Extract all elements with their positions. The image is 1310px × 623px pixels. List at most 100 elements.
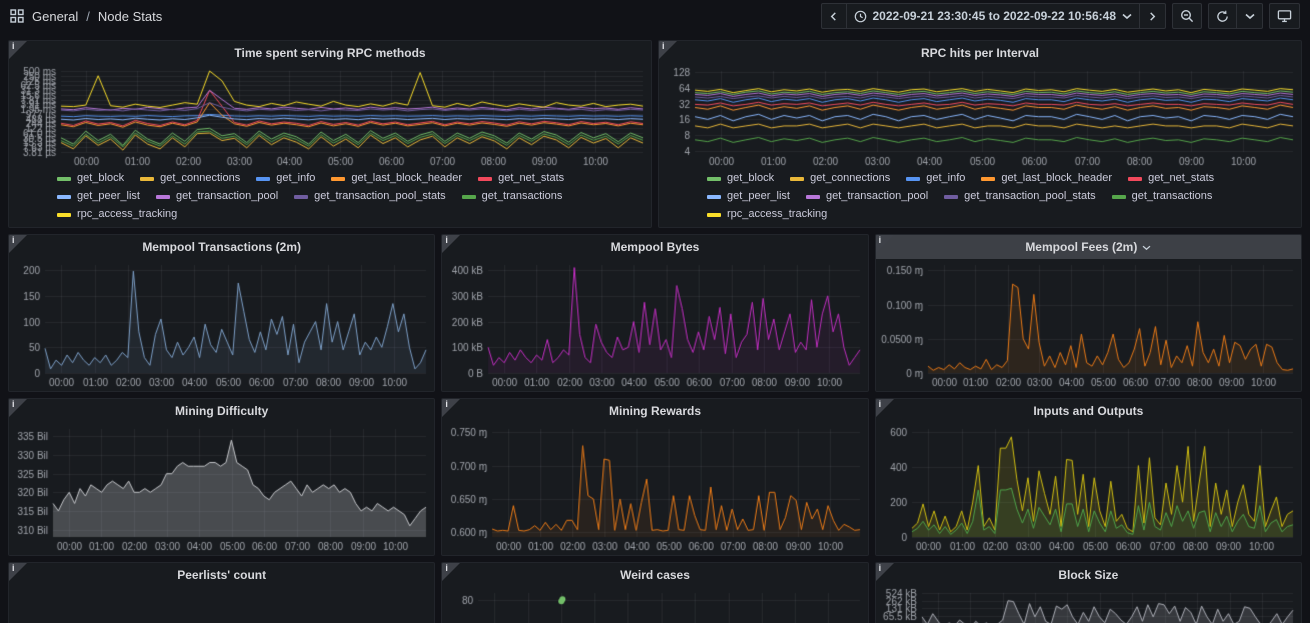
- kiosk-monitor-icon: [1277, 9, 1292, 23]
- legend-label: rpc_access_tracking: [727, 207, 827, 222]
- panel-info-icon[interactable]: i: [876, 235, 894, 253]
- legend-label: rpc_access_tracking: [77, 207, 177, 222]
- panel-title-mining-difficulty[interactable]: Mining Difficulty: [9, 399, 434, 423]
- panel-title-text: Weird cases: [620, 568, 690, 582]
- legend-item-get_net_stats[interactable]: get_net_stats: [478, 171, 564, 186]
- time-shift-forward-button[interactable]: [1140, 3, 1166, 29]
- legend-item-get_block[interactable]: get_block: [57, 171, 124, 186]
- panel-mempool-fees: i Mempool Fees (2m): [875, 234, 1302, 392]
- dashboard-grid-icon[interactable]: [10, 9, 24, 23]
- legend-item-get_transaction_pool_stats[interactable]: get_transaction_pool_stats: [944, 189, 1095, 204]
- panel-title-text: Peerlists' count: [177, 568, 266, 582]
- panel-rpc-hits: i RPC hits per Interval get_block get_con…: [658, 40, 1302, 228]
- panel-info-icon[interactable]: i: [442, 235, 460, 253]
- panel-info-icon[interactable]: i: [9, 563, 27, 581]
- chart-mining-rewards[interactable]: [442, 423, 867, 555]
- panel-title-mempool-fees[interactable]: Mempool Fees (2m): [876, 235, 1301, 259]
- time-shift-back-button[interactable]: [821, 3, 847, 29]
- legend-color-chip: [707, 213, 721, 217]
- legend-item-get_transactions[interactable]: get_transactions: [462, 189, 563, 204]
- panel-info-icon[interactable]: i: [659, 41, 677, 59]
- panel-title-caret-icon: [1142, 244, 1151, 251]
- panel-info-icon[interactable]: i: [442, 563, 460, 581]
- legend-label: get_last_block_header: [1001, 171, 1112, 186]
- chart-inputs-outputs[interactable]: [876, 423, 1301, 555]
- time-range-picker-button[interactable]: 2022-09-21 23:30:45 to 2022-09-22 10:56:…: [847, 3, 1141, 29]
- legend-item-rpc_access_tracking[interactable]: rpc_access_tracking: [707, 207, 827, 222]
- panel-title-peerlists-count[interactable]: Peerlists' count: [9, 563, 434, 587]
- legend-color-chip: [906, 177, 920, 181]
- refresh-icon: [1216, 10, 1229, 23]
- legend-item-rpc_access_tracking[interactable]: rpc_access_tracking: [57, 207, 177, 222]
- refresh-button[interactable]: [1208, 3, 1237, 29]
- panel-title-text: Time spent serving RPC methods: [234, 46, 425, 60]
- legend-item-get_connections[interactable]: get_connections: [790, 171, 890, 186]
- panel-title-text: Mempool Transactions (2m): [142, 240, 301, 254]
- legend-item-get_transaction_pool[interactable]: get_transaction_pool: [156, 189, 278, 204]
- legend-item-get_peer_list[interactable]: get_peer_list: [707, 189, 790, 204]
- zoom-out-icon: [1180, 9, 1194, 23]
- panel-title-text: Inputs and Outputs: [1033, 404, 1143, 418]
- panel-title-text: Mining Difficulty: [175, 404, 268, 418]
- legend-label: get_transaction_pool: [176, 189, 278, 204]
- legend-label: get_net_stats: [498, 171, 564, 186]
- panel-title-mining-rewards[interactable]: Mining Rewards: [442, 399, 867, 423]
- chart-mempool-fees[interactable]: [876, 259, 1301, 391]
- legend-color-chip: [57, 195, 71, 199]
- legend-item-get_transaction_pool_stats[interactable]: get_transaction_pool_stats: [294, 189, 445, 204]
- breadcrumb-section[interactable]: General: [32, 9, 78, 24]
- panel-title-weird-cases[interactable]: Weird cases: [442, 563, 867, 587]
- legend-label: get_info: [276, 171, 315, 186]
- legend-label: get_connections: [160, 171, 240, 186]
- legend-label: get_transactions: [1132, 189, 1213, 204]
- chart-peerlists-count[interactable]: [9, 587, 434, 623]
- legend-item-get_peer_list[interactable]: get_peer_list: [57, 189, 140, 204]
- legend-item-get_last_block_header[interactable]: get_last_block_header: [981, 171, 1112, 186]
- panel-title-text: Mempool Bytes: [611, 240, 700, 254]
- legend-color-chip: [294, 195, 308, 199]
- breadcrumb-page[interactable]: Node Stats: [98, 9, 162, 24]
- legend-label: get_transaction_pool_stats: [964, 189, 1095, 204]
- legend-label: get_info: [926, 171, 965, 186]
- panel-inputs-outputs: i Inputs and Outputs: [875, 398, 1302, 556]
- chart-mempool-bytes[interactable]: [442, 259, 867, 391]
- legend-item-get_block[interactable]: get_block: [707, 171, 774, 186]
- zoom-out-button[interactable]: [1172, 3, 1202, 29]
- legend-color-chip: [1128, 177, 1142, 181]
- panel-info-icon[interactable]: i: [9, 41, 27, 59]
- legend-item-get_last_block_header[interactable]: get_last_block_header: [331, 171, 462, 186]
- panel-title-rpc-time[interactable]: Time spent serving RPC methods: [9, 41, 651, 65]
- kiosk-mode-button[interactable]: [1269, 3, 1300, 29]
- chart-block-size[interactable]: [876, 587, 1301, 623]
- panel-block-size: i Block Size: [875, 562, 1302, 623]
- legend-item-get_info[interactable]: get_info: [906, 171, 965, 186]
- legend-item-get_transaction_pool[interactable]: get_transaction_pool: [806, 189, 928, 204]
- chart-mempool-transactions[interactable]: [9, 259, 434, 391]
- panel-info-icon[interactable]: i: [442, 399, 460, 417]
- panel-title-mempool-transactions[interactable]: Mempool Transactions (2m): [9, 235, 434, 259]
- panel-mining-rewards: i Mining Rewards: [441, 398, 868, 556]
- legend-color-chip: [57, 213, 71, 217]
- panel-title-block-size[interactable]: Block Size: [876, 563, 1301, 587]
- legend-label: get_transaction_pool: [826, 189, 928, 204]
- panel-info-icon[interactable]: i: [9, 399, 27, 417]
- chart-mining-difficulty[interactable]: [9, 423, 434, 555]
- legend-item-get_net_stats[interactable]: get_net_stats: [1128, 171, 1214, 186]
- panel-title-inputs-outputs[interactable]: Inputs and Outputs: [876, 399, 1301, 423]
- legend-color-chip: [156, 195, 170, 199]
- legend-item-get_connections[interactable]: get_connections: [140, 171, 240, 186]
- legend-item-get_transactions[interactable]: get_transactions: [1112, 189, 1213, 204]
- panel-title-mempool-bytes[interactable]: Mempool Bytes: [442, 235, 867, 259]
- legend-color-chip: [478, 177, 492, 181]
- panel-info-icon[interactable]: i: [9, 235, 27, 253]
- panel-info-icon[interactable]: i: [876, 563, 894, 581]
- breadcrumb: General / Node Stats: [10, 9, 162, 24]
- panel-title-rpc-hits[interactable]: RPC hits per Interval: [659, 41, 1301, 65]
- chart-rpc-hits[interactable]: [659, 65, 1301, 170]
- refresh-interval-button[interactable]: [1237, 3, 1263, 29]
- legend-label: get_net_stats: [1148, 171, 1214, 186]
- chart-rpc-time[interactable]: [9, 65, 651, 170]
- panel-info-icon[interactable]: i: [876, 399, 894, 417]
- chart-weird-cases[interactable]: [442, 587, 867, 623]
- legend-item-get_info[interactable]: get_info: [256, 171, 315, 186]
